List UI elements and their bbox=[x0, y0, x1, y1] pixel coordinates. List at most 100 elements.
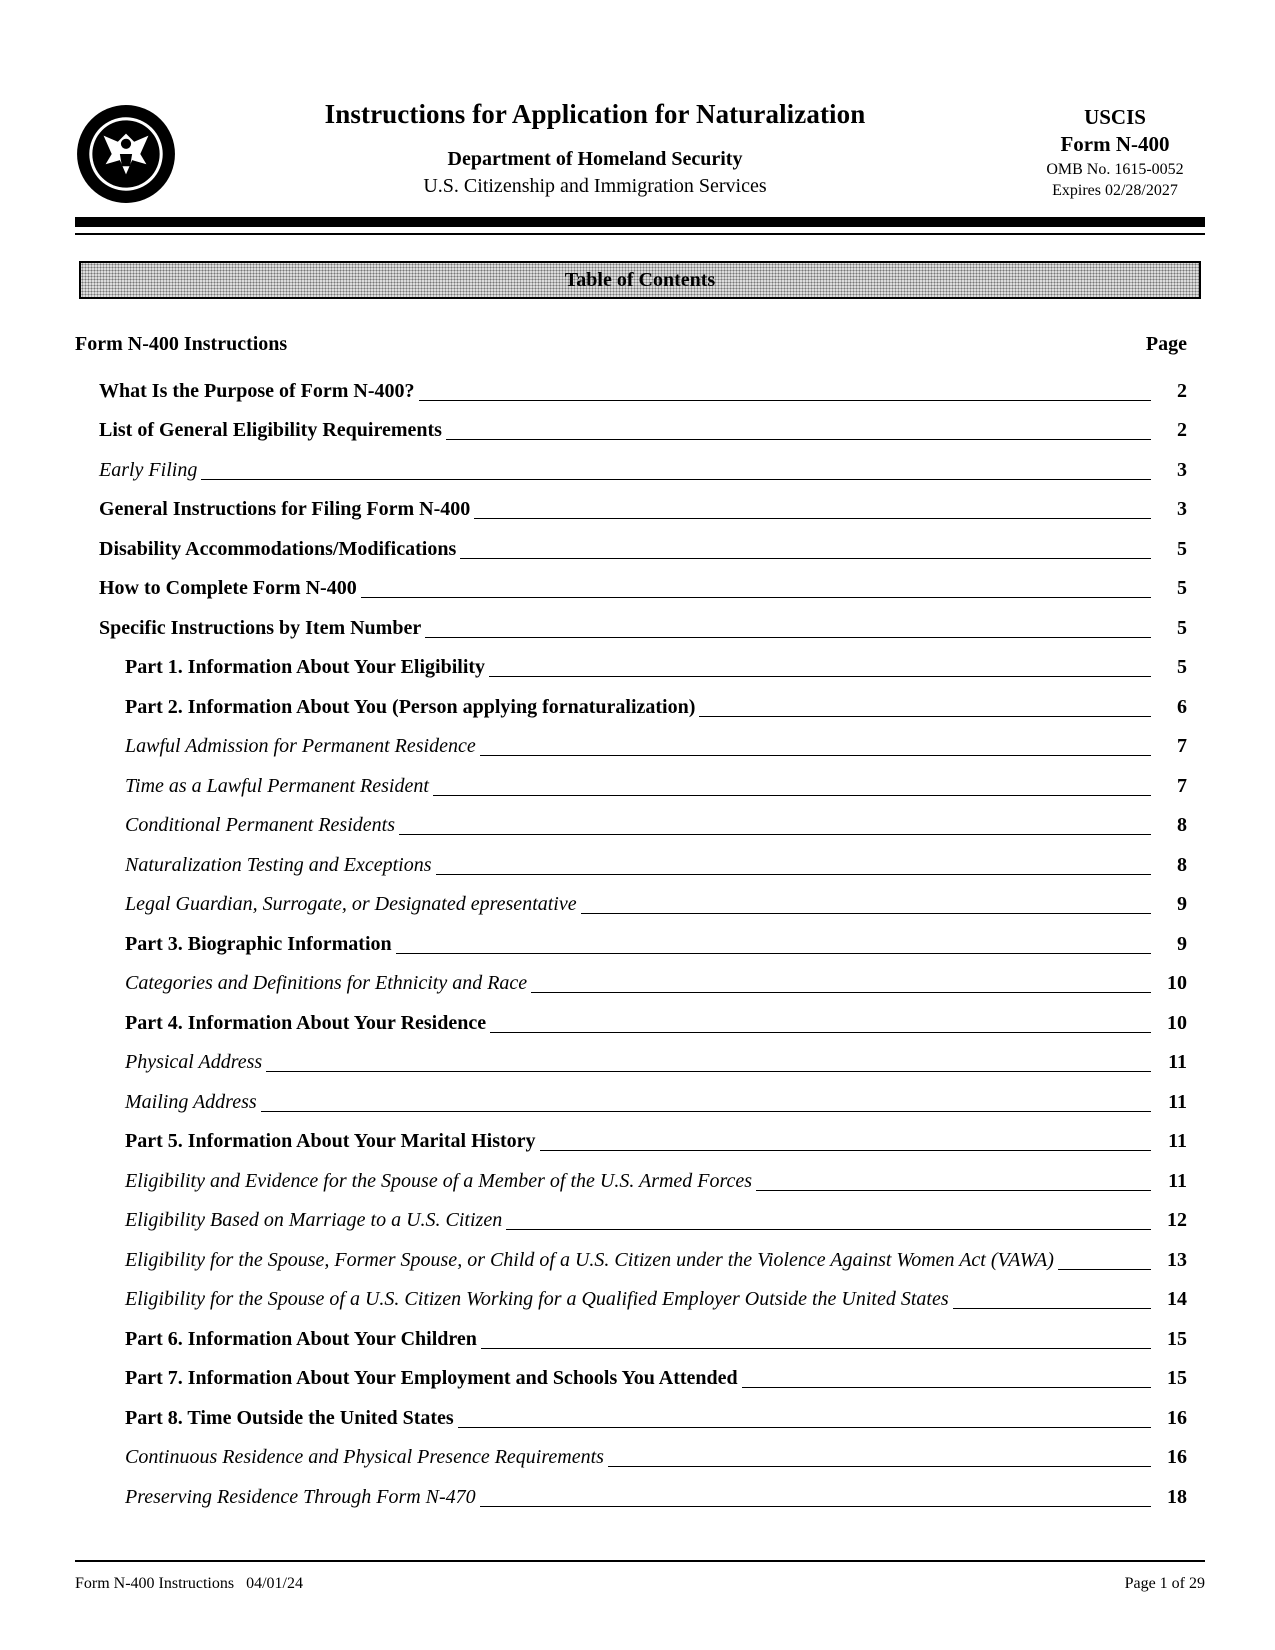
toc-entry[interactable]: Time as a Lawful Permanent Resident 7 bbox=[75, 767, 1187, 807]
toc-entry-label[interactable]: Physical Address bbox=[125, 1051, 266, 1083]
toc-entry-label[interactable]: Naturalization Testing and Exceptions bbox=[125, 854, 436, 886]
toc-entry[interactable]: Part 2. Information About You (Person ap… bbox=[75, 688, 1187, 728]
toc-entry[interactable]: Part 7. Information About Your Employmen… bbox=[75, 1360, 1187, 1400]
toc-entry-page[interactable]: 15 bbox=[1161, 1328, 1187, 1360]
toc-entry[interactable]: Specific Instructions by Item Number 5 bbox=[75, 609, 1187, 649]
toc-entry[interactable]: General Instructions for Filing Form N-4… bbox=[75, 491, 1187, 531]
toc-entry-page[interactable]: 11 bbox=[1161, 1130, 1187, 1162]
toc-entry-label[interactable]: Specific Instructions by Item Number bbox=[99, 617, 425, 649]
toc-entry[interactable]: Naturalization Testing and Exceptions 8 bbox=[75, 846, 1187, 886]
toc-entry-page[interactable]: 10 bbox=[1161, 1012, 1187, 1044]
footer-page-number: Page 1 of 29 bbox=[1124, 1575, 1205, 1592]
toc-entry-label[interactable]: Part 1. Information About Your Eligibili… bbox=[125, 656, 489, 688]
toc-entry-page[interactable]: 2 bbox=[1161, 380, 1187, 412]
toc-entry[interactable]: Part 5. Information About Your Marital H… bbox=[75, 1123, 1187, 1163]
toc-entry-page[interactable]: 9 bbox=[1161, 893, 1187, 925]
toc-entry-label[interactable]: Preserving Residence Through Form N-470 bbox=[125, 1486, 480, 1518]
toc-entry-label[interactable]: Part 2. Information About You (Person ap… bbox=[125, 696, 699, 728]
header-divider-thin bbox=[75, 233, 1205, 235]
toc-entry-label[interactable]: Categories and Definitions for Ethnicity… bbox=[125, 972, 531, 1004]
toc-entry-page[interactable]: 5 bbox=[1161, 617, 1187, 649]
toc-entry[interactable]: Early Filing 3 bbox=[75, 451, 1187, 491]
toc-entry-label[interactable]: Eligibility Based on Marriage to a U.S. … bbox=[125, 1209, 506, 1241]
toc-entry-page[interactable]: 8 bbox=[1161, 814, 1187, 846]
document-header: Instructions for Application for Natural… bbox=[75, 95, 1205, 215]
toc-entry[interactable]: How to Complete Form N-400 5 bbox=[75, 570, 1187, 610]
toc-entry-page[interactable]: 9 bbox=[1161, 933, 1187, 965]
toc-entry-label[interactable]: Part 3. Biographic Information bbox=[125, 933, 396, 965]
toc-section-title: Form N-400 Instructions bbox=[75, 333, 288, 355]
toc-entry-page[interactable]: 14 bbox=[1161, 1288, 1187, 1320]
footer-form-edition: Form N-400 Instructions 04/01/24 bbox=[75, 1575, 303, 1592]
toc-entry-label[interactable]: Eligibility for the Spouse of a U.S. Cit… bbox=[125, 1288, 953, 1320]
toc-entry[interactable]: Preserving Residence Through Form N-470 1… bbox=[75, 1478, 1187, 1518]
toc-banner-title: Table of Contents bbox=[564, 268, 716, 291]
toc-leader-line bbox=[580, 913, 1151, 914]
agency-name: U.S. Citizenship and Immigration Service… bbox=[423, 175, 767, 197]
toc-entry[interactable]: Part 1. Information About Your Eligibili… bbox=[75, 649, 1187, 689]
toc-entry-page[interactable]: 18 bbox=[1161, 1486, 1187, 1518]
toc-entry[interactable]: Legal Guardian, Surrogate, or Designated… bbox=[75, 886, 1187, 926]
toc-entry-label[interactable]: Part 5. Information About Your Marital H… bbox=[125, 1130, 540, 1162]
toc-entry-page[interactable]: 5 bbox=[1161, 577, 1187, 609]
toc-entry[interactable]: Part 8. Time Outside the United States 16 bbox=[75, 1399, 1187, 1439]
toc-entry[interactable]: Continuous Residence and Physical Presen… bbox=[75, 1439, 1187, 1479]
toc-entry-page[interactable]: 11 bbox=[1161, 1051, 1187, 1083]
toc-leader-line bbox=[460, 557, 1151, 559]
toc-entry-label[interactable]: Eligibility and Evidence for the Spouse … bbox=[125, 1170, 756, 1202]
toc-entry[interactable]: Categories and Definitions for Ethnicity… bbox=[75, 965, 1187, 1005]
toc-entry-label[interactable]: Eligibility for the Spouse, Former Spous… bbox=[125, 1249, 1058, 1281]
toc-entry-page[interactable]: 3 bbox=[1161, 459, 1187, 491]
toc-entry-page[interactable]: 11 bbox=[1161, 1170, 1187, 1202]
toc-entry[interactable]: Mailing Address 11 bbox=[75, 1083, 1187, 1123]
toc-entry[interactable]: Eligibility and Evidence for the Spouse … bbox=[75, 1162, 1187, 1202]
toc-entry-page[interactable]: 12 bbox=[1161, 1209, 1187, 1241]
document-title: Instructions for Application for Natural… bbox=[324, 99, 866, 129]
toc-entry-label[interactable]: Time as a Lawful Permanent Resident bbox=[125, 775, 433, 807]
toc-entry-label[interactable]: Part 8. Time Outside the United States bbox=[125, 1407, 458, 1439]
toc-entry-label[interactable]: General Instructions for Filing Form N-4… bbox=[99, 498, 474, 530]
toc-entry[interactable]: Physical Address 11 bbox=[75, 1044, 1187, 1084]
toc-entry[interactable]: Part 4. Information About Your Residence… bbox=[75, 1004, 1187, 1044]
toc-entry-label[interactable]: What Is the Purpose of Form N-400? bbox=[99, 380, 419, 412]
toc-entry[interactable]: Part 3. Biographic Information 9 bbox=[75, 925, 1187, 965]
toc-entry-label[interactable]: List of General Eligibility Requirements bbox=[99, 419, 446, 451]
toc-entry[interactable]: Eligibility for the Spouse of a U.S. Cit… bbox=[75, 1281, 1187, 1321]
toc-entry[interactable]: Conditional Permanent Residents 8 bbox=[75, 807, 1187, 847]
toc-entry-page[interactable]: 2 bbox=[1161, 419, 1187, 451]
toc-entry-label[interactable]: Part 4. Information About Your Residence bbox=[125, 1012, 490, 1044]
toc-entry-page[interactable]: 7 bbox=[1161, 735, 1187, 767]
toc-entry-label[interactable]: Disability Accommodations/Modifications bbox=[99, 538, 460, 570]
toc-entry[interactable]: Disability Accommodations/Modifications 5 bbox=[75, 530, 1187, 570]
toc-entry[interactable]: What Is the Purpose of Form N-400? 2 bbox=[75, 372, 1187, 412]
toc-entry-page[interactable]: 10 bbox=[1161, 972, 1187, 1004]
toc-entry[interactable]: Eligibility Based on Marriage to a U.S. … bbox=[75, 1202, 1187, 1242]
toc-entry[interactable]: Lawful Admission for Permanent Residence… bbox=[75, 728, 1187, 768]
toc-entry-label[interactable]: Early Filing bbox=[99, 459, 201, 491]
toc-entry-label[interactable]: Legal Guardian, Surrogate, or Designated… bbox=[125, 893, 581, 925]
toc-entry[interactable]: Eligibility for the Spouse, Former Spous… bbox=[75, 1241, 1187, 1281]
toc-entry-page[interactable]: 11 bbox=[1161, 1091, 1187, 1123]
toc-leader-line bbox=[425, 636, 1151, 638]
toc-entry-page[interactable]: 5 bbox=[1161, 538, 1187, 570]
header-divider-thick bbox=[75, 217, 1205, 227]
toc-entry-label[interactable]: Continuous Residence and Physical Presen… bbox=[125, 1446, 608, 1478]
toc-entry-label[interactable]: Part 7. Information About Your Employmen… bbox=[125, 1367, 742, 1399]
toc-entry-page[interactable]: 6 bbox=[1161, 696, 1187, 728]
toc-entry-label[interactable]: Mailing Address bbox=[125, 1091, 261, 1123]
toc-entry-label[interactable]: Part 6. Information About Your Children bbox=[125, 1328, 481, 1360]
toc-entry-page[interactable]: 16 bbox=[1161, 1407, 1187, 1439]
toc-entry-page[interactable]: 7 bbox=[1161, 775, 1187, 807]
toc-entry-label[interactable]: Conditional Permanent Residents bbox=[125, 814, 399, 846]
toc-entry[interactable]: Part 6. Information About Your Children 1… bbox=[75, 1320, 1187, 1360]
toc-entry[interactable]: List of General Eligibility Requirements… bbox=[75, 412, 1187, 452]
toc-leader-line bbox=[266, 1071, 1151, 1072]
toc-entry-page[interactable]: 3 bbox=[1161, 498, 1187, 530]
toc-entry-page[interactable]: 13 bbox=[1161, 1249, 1187, 1281]
toc-entry-page[interactable]: 8 bbox=[1161, 854, 1187, 886]
toc-entry-label[interactable]: How to Complete Form N-400 bbox=[99, 577, 361, 609]
toc-entry-label[interactable]: Lawful Admission for Permanent Residence bbox=[125, 735, 480, 767]
toc-entry-page[interactable]: 5 bbox=[1161, 656, 1187, 688]
toc-entry-page[interactable]: 15 bbox=[1161, 1367, 1187, 1399]
toc-entry-page[interactable]: 16 bbox=[1161, 1446, 1187, 1478]
